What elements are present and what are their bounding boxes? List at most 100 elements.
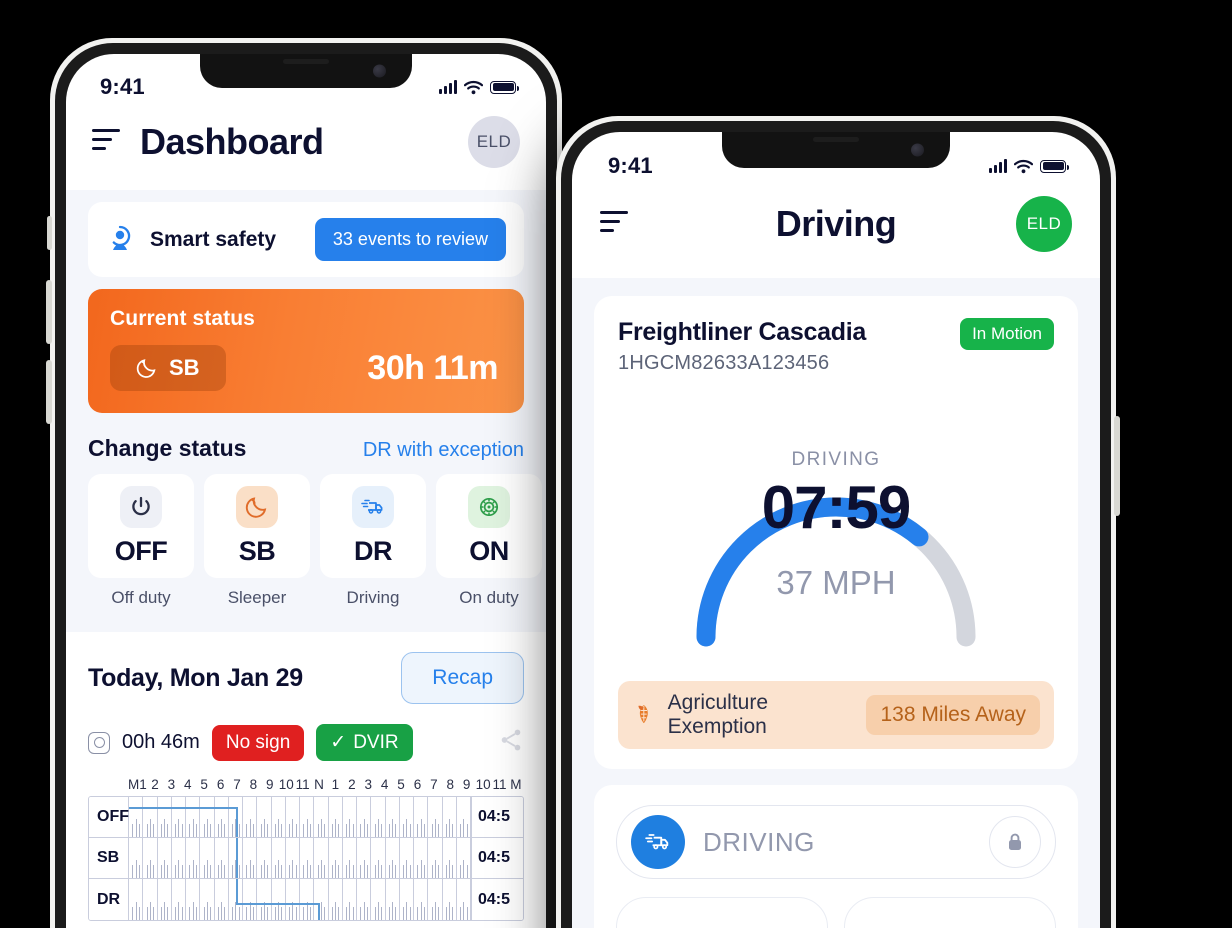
log-hour-label: M1 [128,777,147,792]
page-title: Dashboard [140,121,324,162]
log-hour-label: 7 [233,777,241,792]
current-status-code: SB [169,355,200,380]
power-icon [132,496,150,515]
sub-button-right[interactable] [844,897,1056,928]
gauge-speed: 37 MPH [776,563,896,601]
log-grid-row[interactable]: SB 04:5 [89,838,523,879]
current-status-card[interactable]: Current status SB 30h 11m [88,289,524,413]
vehicle-card: Freightliner Cascadia 1HGCM82633A123456 … [594,296,1078,769]
today-log-section: Today, Mon Jan 29 Recap 00h 46m No sign … [66,632,546,928]
duty-code-dr: DR [354,535,393,566]
status-icons [439,80,519,95]
wifi-icon [1014,159,1033,173]
sleeper-moon-icon [136,359,156,378]
lock-icon[interactable] [989,816,1041,868]
dr-with-exception-link[interactable]: DR with exception [363,439,524,462]
no-sign-badge[interactable]: No sign [211,724,305,761]
gear-wheel-icon [479,497,499,516]
log-grid-table: OFF 04:5 SB 04:5 DR 04:5 [88,796,524,921]
truck-icon [361,499,383,514]
battery-full-icon [490,80,519,94]
log-hour-label: 10 [475,777,491,792]
log-grid-row[interactable]: DR 04:5 [89,879,523,920]
change-status-header: Change status DR with exception [66,413,546,462]
driving-status-label: DRIVING [703,826,815,857]
log-hour-label: 5 [200,777,208,792]
dvir-badge[interactable]: ✓ DVIR [316,724,413,761]
log-grid-row[interactable]: OFF 04:5 [89,797,523,838]
events-to-review-button[interactable]: 33 events to review [314,218,506,261]
log-row-plot [129,797,471,837]
change-status-heading: Change status [88,435,247,461]
duty-code-off: OFF [114,535,168,566]
hamburger-menu-icon[interactable] [600,210,628,238]
log-hour-label: 9 [266,777,274,792]
duty-option-off[interactable]: OFF Off duty [88,474,194,608]
log-trace-off [129,807,236,810]
today-duration: 00h 46m [122,731,200,753]
log-hour-labels: M1 2 3 4 5 6 7 8 9 10 11 N 1 2 3 4 5 6 7 8 9 10 11 M [88,777,524,792]
log-hour-label: 2 [151,777,159,792]
recap-button[interactable]: Recap [401,652,524,704]
log-hour-label: 1 [331,777,340,792]
log-hour-label: 8 [446,777,455,792]
duty-log-grid[interactable]: M1 2 3 4 5 6 7 8 9 10 11 N 1 2 3 4 5 6 7 8 9 10 11 M OFF 04:5 SB 0… [88,777,524,921]
driving-status-row[interactable]: DRIVING [616,805,1056,879]
status-time: 9:41 [608,153,653,178]
driving-status-card: DRIVING [594,785,1078,928]
duty-option-dr[interactable]: DR Driving [320,474,426,608]
duty-option-on[interactable]: ON On duty [436,474,542,608]
duty-option-sb[interactable]: SB Sleeper [204,474,310,608]
log-hour-label: 9 [462,777,471,792]
exemption-label: Agriculture Exemption [667,691,769,738]
log-row-label: DR [89,879,129,920]
log-hour-label: 2 [348,777,356,792]
smart-safety-card[interactable]: Smart safety 33 events to review [88,202,524,277]
sub-button-left[interactable] [616,897,828,928]
vehicle-name: Freightliner Cascadia [618,318,866,346]
log-hour-label: 11 [492,777,507,792]
phone-right-bezel: 9:41 Driving ELD Freightliner Cascadia 1… [561,121,1111,928]
volume-down-button[interactable] [46,360,52,424]
current-status-chip: SB [110,345,226,391]
driving-body: Freightliner Cascadia 1HGCM82633A123456 … [572,278,1100,928]
gauge-time: 07:59 [761,473,911,541]
duty-label-dr: Driving [346,588,400,607]
avatar[interactable]: ELD [1016,196,1072,252]
silent-switch-button[interactable] [47,216,52,250]
status-bar-right: 9:41 [572,132,1100,188]
status-bar-left: 9:41 [66,54,546,110]
duty-label-sb: Sleeper [227,588,287,607]
agriculture-exemption-banner[interactable]: Agriculture Exemption 138 Miles Away [618,681,1054,749]
clock-icon [88,731,110,754]
battery-full-icon [1040,159,1069,173]
volume-up-button[interactable] [46,280,52,344]
avatar[interactable]: ELD [468,116,520,168]
log-hour-label: 6 [413,777,422,792]
corn-icon [638,704,648,724]
smart-safety-label: Smart safety [150,227,277,251]
phone-right-driving: 9:41 Driving ELD Freightliner Cascadia 1… [556,116,1120,928]
sleeper-moon-icon [245,496,267,518]
phone-left-screen: 9:41 Dashboard ELD Smart safety 33 event… [66,54,546,928]
log-trace-drop [235,807,239,837]
cellular-bars-icon [989,159,1007,173]
dvir-label: DVIR [353,731,399,753]
today-title: Today, Mon Jan 29 [88,663,303,692]
today-meta-row: 00h 46m No sign ✓ DVIR [88,724,524,761]
log-hour-label: 6 [216,777,225,792]
log-hour-label: 4 [184,777,192,792]
screenshot-stage: 9:41 Dashboard ELD Smart safety 33 event… [0,0,1232,928]
log-row-plot [129,838,471,878]
log-row-total: 04:5 [471,838,523,878]
share-icon[interactable] [498,727,524,758]
log-trace-rise [317,903,321,920]
log-row-plot [129,879,471,920]
smart-safety-icon [112,225,131,250]
hamburger-menu-icon[interactable] [92,128,120,156]
gauge-label: DRIVING [791,448,881,470]
power-button[interactable] [1114,416,1120,516]
phone-left-bezel: 9:41 Dashboard ELD Smart safety 33 event… [55,43,557,928]
log-hour-label: 7 [430,777,438,792]
log-row-total: 04:5 [471,879,523,920]
